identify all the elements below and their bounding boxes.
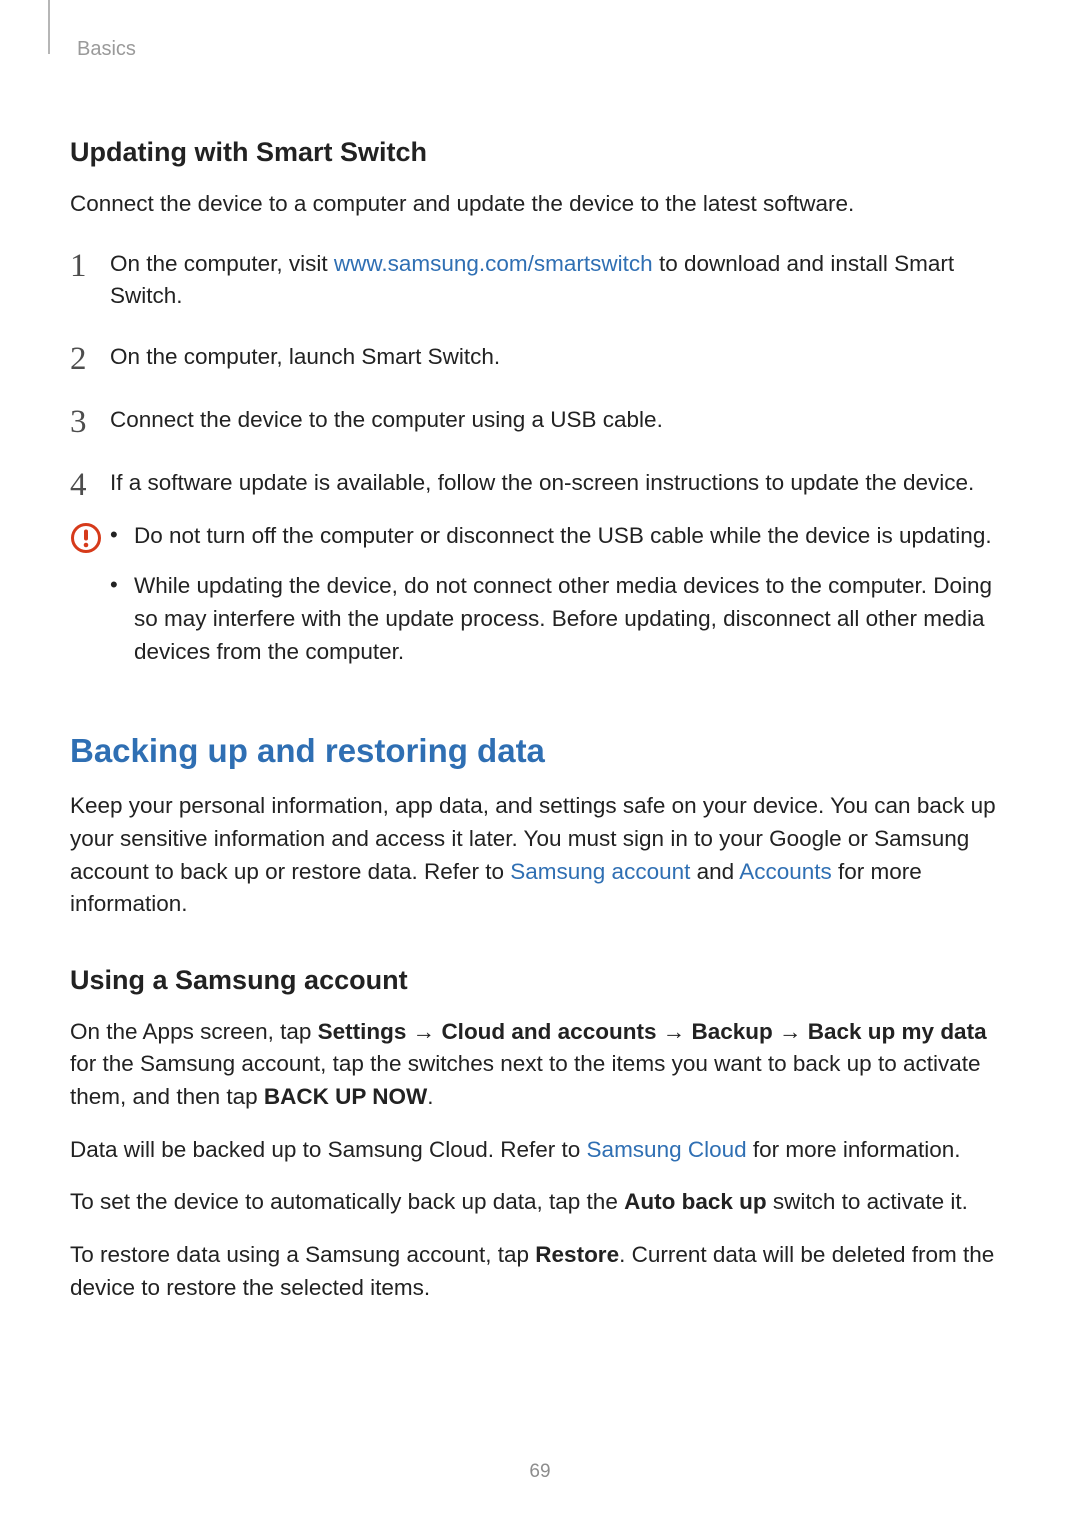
text: for more information. [747, 1137, 961, 1162]
text: To set the device to automatically back … [70, 1189, 624, 1214]
bold-auto-back-up: Auto back up [624, 1189, 767, 1214]
text: for the Samsung account, tap the switche… [70, 1051, 981, 1109]
section-heading-updating: Updating with Smart Switch [70, 137, 1010, 168]
step-text: If a software update is available, follo… [110, 467, 1010, 500]
step-number: 4 [70, 467, 110, 502]
text: To restore data using a Samsung account,… [70, 1242, 535, 1267]
text: and [690, 859, 739, 884]
backup-intro-paragraph: Keep your personal information, app data… [70, 790, 1010, 921]
sub-heading-samsung-account: Using a Samsung account [70, 965, 1010, 996]
step-3: 3 Connect the device to the computer usi… [70, 404, 1010, 439]
arrow: → [773, 1019, 808, 1044]
paragraph-auto-backup: To set the device to automatically back … [70, 1186, 1010, 1219]
bold-back-up-now: BACK UP NOW [264, 1084, 427, 1109]
bullet-text: Do not turn off the computer or disconne… [134, 520, 1010, 553]
text: switch to activate it. [767, 1189, 968, 1214]
paragraph-samsung-cloud: Data will be backed up to Samsung Cloud.… [70, 1134, 1010, 1167]
text: On the Apps screen, tap [70, 1019, 318, 1044]
link-samsung-cloud[interactable]: Samsung Cloud [587, 1137, 747, 1162]
bullet-dot-icon: • [110, 520, 134, 551]
arrow: → [406, 1019, 441, 1044]
caution-icon [70, 520, 110, 554]
breadcrumb-divider [48, 0, 50, 54]
step-text: On the computer, launch Smart Switch. [110, 341, 1010, 374]
step-number: 1 [70, 248, 110, 283]
breadcrumb: Basics [70, 0, 1010, 61]
link-samsung-account[interactable]: Samsung account [510, 859, 690, 884]
step-text: Connect the device to the computer using… [110, 404, 1010, 437]
bullet-item: • While updating the device, do not conn… [110, 570, 1010, 668]
caution-bullets: • Do not turn off the computer or discon… [110, 520, 1010, 669]
bold-backup: Backup [691, 1019, 772, 1044]
bullet-item: • Do not turn off the computer or discon… [110, 520, 1010, 553]
step-text: On the computer, visit www.samsung.com/s… [110, 248, 1010, 313]
arrow: → [656, 1019, 691, 1044]
page-number: 69 [0, 1461, 1080, 1483]
text: On the computer, visit [110, 251, 334, 276]
paragraph-restore: To restore data using a Samsung account,… [70, 1239, 1010, 1304]
step-1: 1 On the computer, visit www.samsung.com… [70, 248, 1010, 313]
step-4: 4 If a software update is available, fol… [70, 467, 1010, 502]
intro-paragraph: Connect the device to a computer and upd… [70, 188, 1010, 220]
link-accounts[interactable]: Accounts [739, 859, 832, 884]
bold-restore: Restore [535, 1242, 619, 1267]
paragraph-backup-path: On the Apps screen, tap Settings → Cloud… [70, 1016, 1010, 1114]
bold-settings: Settings [318, 1019, 407, 1044]
step-number: 3 [70, 404, 110, 439]
major-heading-backing-up: Backing up and restoring data [70, 732, 1010, 770]
text: . [427, 1084, 433, 1109]
steps-list: 1 On the computer, visit www.samsung.com… [70, 248, 1010, 502]
text: Data will be backed up to Samsung Cloud.… [70, 1137, 587, 1162]
caution-block: • Do not turn off the computer or discon… [70, 520, 1010, 669]
step-number: 2 [70, 341, 110, 376]
step-2: 2 On the computer, launch Smart Switch. [70, 341, 1010, 376]
bold-cloud-accounts: Cloud and accounts [441, 1019, 656, 1044]
bullet-dot-icon: • [110, 570, 134, 601]
link-smartswitch-url[interactable]: www.samsung.com/smartswitch [334, 251, 653, 276]
bullet-text: While updating the device, do not connec… [134, 570, 1010, 668]
breadcrumb-label: Basics [77, 38, 136, 60]
bold-backup-my-data: Back up my data [808, 1019, 987, 1044]
